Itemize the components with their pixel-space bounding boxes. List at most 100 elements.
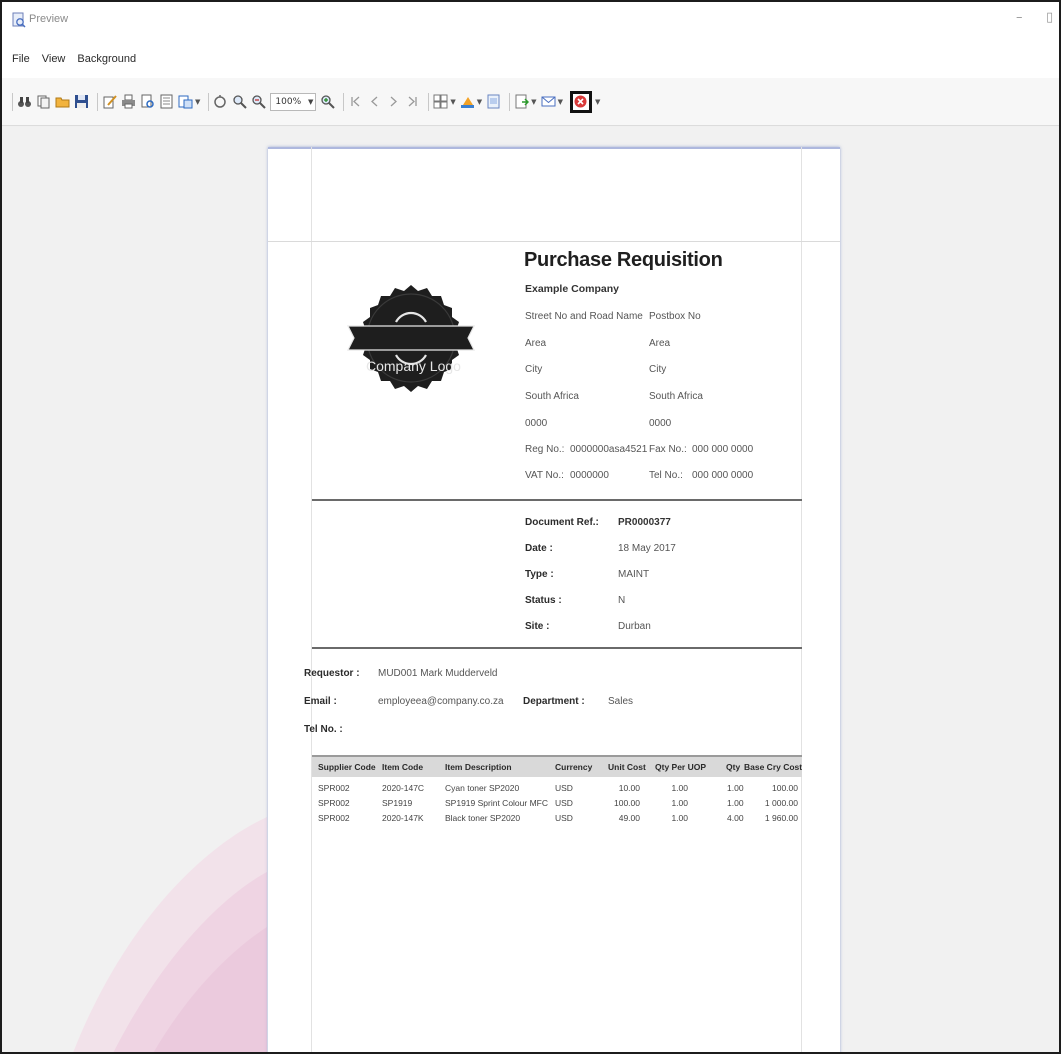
address-line: South Africa	[525, 391, 579, 402]
zoom-out-icon[interactable]	[251, 94, 267, 109]
item-description-cell: SP1919 Sprint Colour MFC	[445, 798, 548, 808]
supplier-code-cell: SPR002	[318, 798, 350, 808]
company-name: Example Company	[525, 283, 619, 295]
department-label: Department :	[523, 696, 585, 707]
column-header: Currency	[555, 762, 593, 772]
currency-cell: USD	[555, 783, 573, 793]
toolbar-separator	[509, 92, 511, 111]
status-label: Status :	[525, 595, 562, 606]
menu-view[interactable]: View	[42, 53, 66, 65]
zoom-value: 100%	[275, 96, 302, 107]
chevron-down-icon[interactable]: ▼	[531, 98, 536, 106]
address-line: Area	[525, 338, 547, 349]
toolbar-separator	[428, 92, 430, 111]
open-icon[interactable]	[55, 94, 70, 109]
first-page-icon[interactable]	[348, 94, 363, 109]
supplier-code-cell: SPR002	[318, 813, 350, 823]
email-icon[interactable]	[541, 94, 556, 109]
menu-background[interactable]: Background	[77, 53, 136, 65]
address-line: 0000	[525, 418, 548, 429]
hand-icon[interactable]	[213, 94, 228, 109]
currency-cell: USD	[555, 813, 573, 823]
status-value: N	[618, 595, 626, 606]
column-header: Qty	[726, 762, 741, 772]
copy-icon[interactable]	[36, 94, 51, 109]
qty-cell: 1.00	[727, 783, 744, 793]
vat-no-value: 0000000	[570, 470, 609, 481]
last-page-icon[interactable]	[405, 94, 420, 109]
minimize-button[interactable]: –	[1016, 10, 1023, 25]
requestor-tel-label: Tel No. :	[304, 724, 343, 735]
email-label: Email :	[304, 696, 337, 707]
postal-address-line: Postbox No	[649, 311, 701, 322]
watermark-icon[interactable]	[486, 94, 501, 109]
chevron-down-icon[interactable]: ▼	[558, 98, 563, 106]
toolbar-grip	[12, 92, 13, 111]
print-preview-icon[interactable]	[140, 94, 155, 109]
address-line: Street No and Road Name	[525, 311, 643, 322]
color-icon[interactable]	[460, 94, 475, 109]
postal-address-line: City	[649, 364, 667, 375]
menu-bar: File View Background	[2, 40, 1059, 78]
tel-no-value: 000 000 0000	[692, 470, 754, 481]
reg-no-value: 0000000asa4521	[570, 444, 648, 455]
zoom-in-icon[interactable]	[320, 94, 336, 109]
chevron-down-icon[interactable]: ▼	[450, 98, 455, 106]
print-icon[interactable]	[121, 94, 136, 109]
qty-per-uop-cell: 1.00	[671, 783, 688, 793]
type-label: Type :	[525, 569, 554, 580]
magnifier-icon[interactable]	[232, 94, 248, 109]
preview-app-icon	[12, 12, 26, 28]
close-preview-button[interactable]	[569, 90, 592, 113]
item-code-cell: SP1919	[382, 798, 413, 808]
next-page-icon[interactable]	[386, 94, 401, 109]
supplier-code-cell: SPR002	[318, 783, 350, 793]
site-value: Durban	[618, 621, 651, 632]
close-preview-icon	[574, 95, 587, 108]
menu-file[interactable]: File	[12, 53, 30, 65]
unit-cost-cell: 10.00	[618, 783, 640, 793]
column-header: Unit Cost	[608, 762, 646, 772]
chevron-down-icon[interactable]: ▼	[595, 98, 600, 106]
item-description-cell: Cyan toner SP2020	[445, 783, 520, 793]
zoom-select[interactable]: 100% ▼	[270, 92, 317, 111]
item-description-cell: Black toner SP2020	[445, 813, 521, 823]
binoculars-icon[interactable]	[17, 94, 32, 109]
toolbar-separator	[343, 92, 345, 111]
postal-address-line: Area	[649, 338, 671, 349]
qty-cell: 4.00	[727, 813, 744, 823]
export-icon[interactable]	[514, 94, 530, 109]
margin-guide-top	[268, 241, 840, 242]
date-value: 18 May 2017	[618, 543, 676, 554]
chevron-down-icon[interactable]: ▼	[195, 98, 200, 106]
unit-cost-cell: 49.00	[618, 813, 640, 823]
vat-no-label: VAT No.:	[525, 470, 564, 481]
column-header: Supplier Code	[318, 762, 376, 772]
chevron-down-icon[interactable]: ▼	[477, 98, 482, 106]
column-header: Item Code	[382, 762, 424, 772]
column-header: Qty Per UOP	[655, 762, 707, 772]
preview-workspace[interactable]: Company Logo Purchase Requisition Exampl…	[2, 127, 1059, 1052]
item-code-cell: 2020-147K	[382, 813, 424, 823]
toolbar-separator	[208, 92, 210, 111]
multi-page-icon[interactable]	[433, 94, 448, 109]
postal-address-line: South Africa	[649, 391, 703, 402]
info-divider	[312, 647, 802, 649]
toolbar: ▼ 100% ▼ ▼ ▼ ▼ ▼ ▼	[2, 78, 1059, 126]
items-table-header: Supplier Code Item Code Item Description…	[312, 755, 802, 777]
edit-icon[interactable]	[102, 94, 117, 109]
base-cost-cell: 1 960.00	[764, 813, 798, 823]
base-cost-cell: 1 000.00	[764, 798, 798, 808]
report-page: Company Logo Purchase Requisition Exampl…	[268, 147, 840, 1052]
email-value: employeea@company.co.za	[378, 696, 504, 707]
fax-no-value: 000 000 0000	[692, 444, 754, 455]
doc-ref-label: Document Ref.:	[525, 517, 599, 528]
save-icon[interactable]	[74, 94, 89, 109]
chevron-down-icon[interactable]: ▼	[308, 98, 313, 106]
header-divider	[312, 499, 802, 501]
restore-button[interactable]: ▯	[1046, 10, 1053, 25]
tel-no-label: Tel No.:	[649, 470, 683, 481]
previous-page-icon[interactable]	[367, 94, 382, 109]
page-setup-icon[interactable]	[159, 94, 174, 109]
scale-icon[interactable]	[178, 94, 193, 109]
